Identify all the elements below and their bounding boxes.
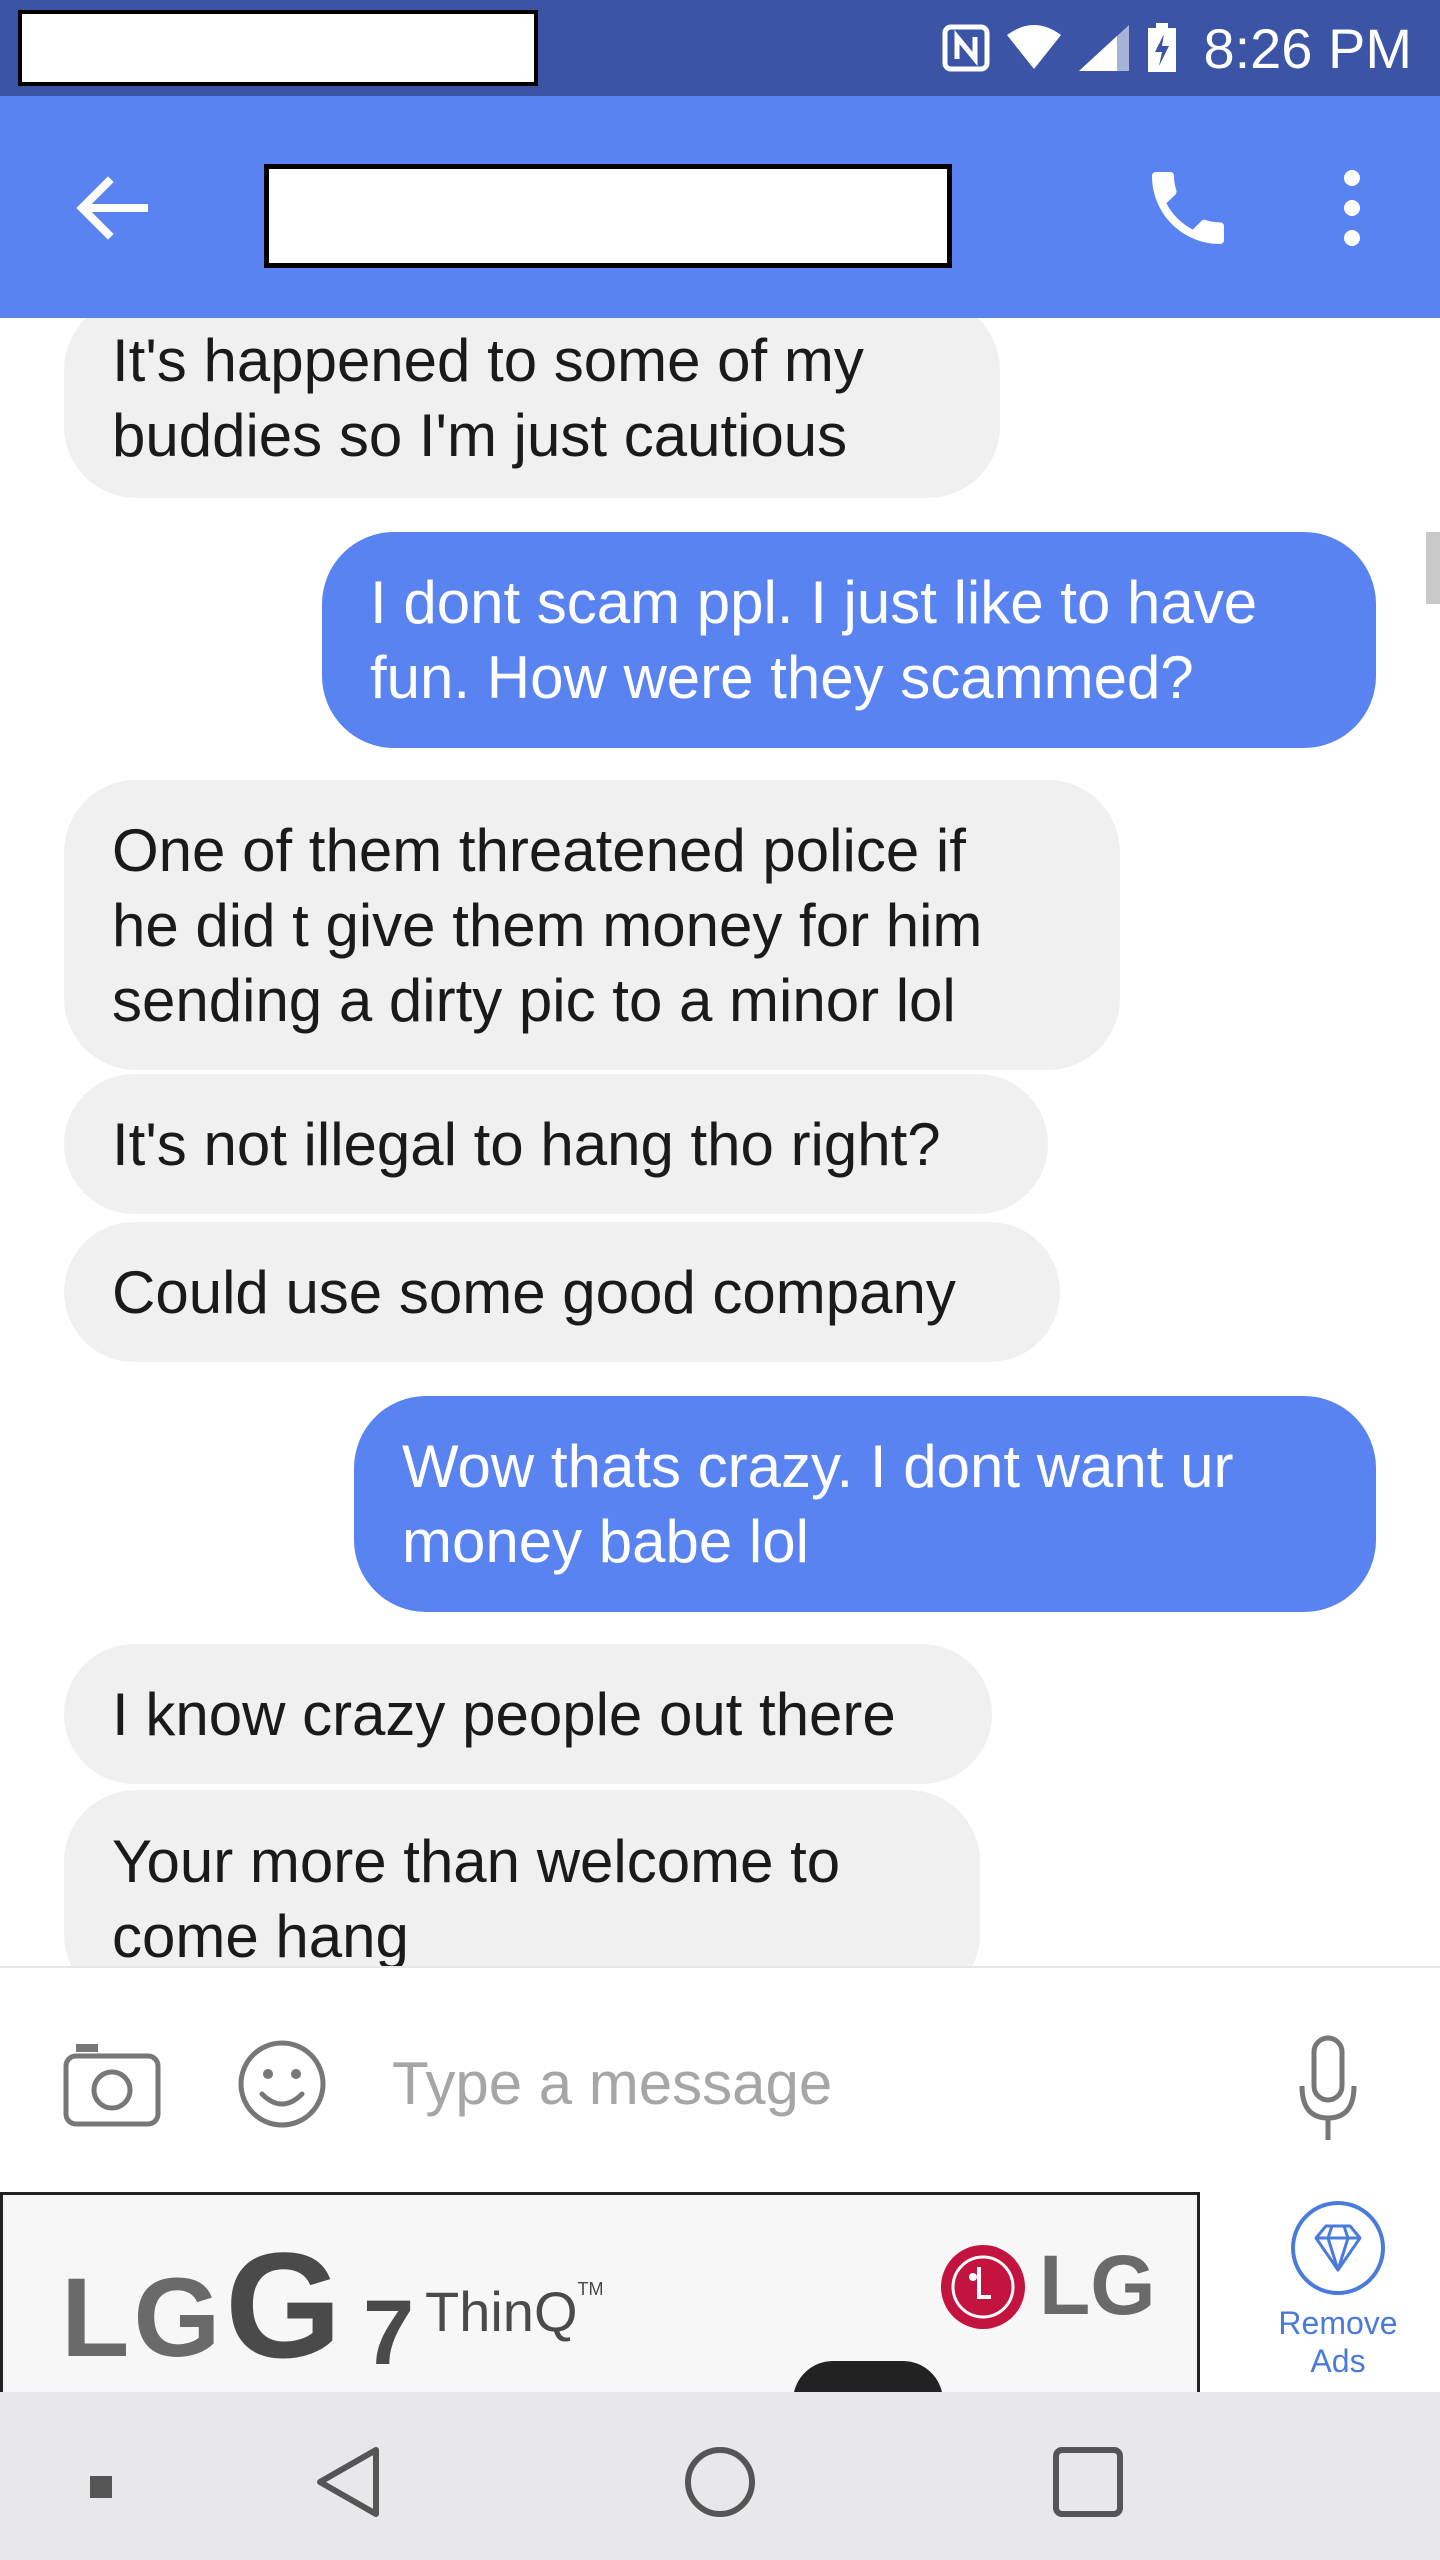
ad-product-number: 7 xyxy=(363,2282,415,2384)
microphone-icon xyxy=(1299,2035,1357,2140)
message-bubble-incoming: One of them threatened police if he did … xyxy=(64,780,1120,1070)
voice-input-button[interactable] xyxy=(1296,2034,1360,2144)
lg-logo-icon xyxy=(941,2245,1025,2329)
emoji-button[interactable] xyxy=(236,2038,328,2130)
message-bubble-incoming: It's not illegal to hang tho right? xyxy=(64,1074,1048,1214)
phone-icon xyxy=(1152,172,1224,244)
message-bubble-outgoing: I dont scam ppl. I just like to have fun… xyxy=(322,532,1376,748)
status-time: 8:26 PM xyxy=(1203,16,1412,80)
wifi-icon xyxy=(1007,25,1062,69)
ad-phone-image xyxy=(793,2361,943,2392)
remove-ads-label: Remove Ads xyxy=(1278,2305,1398,2379)
home-circle-icon xyxy=(685,2447,755,2517)
nav-back-button[interactable] xyxy=(310,2442,390,2522)
ad-product-name: ThinQTM xyxy=(425,2279,604,2343)
small-square-icon xyxy=(90,2476,112,2498)
arrow-left-icon xyxy=(76,176,148,240)
nfc-icon xyxy=(942,24,990,72)
signal-icon xyxy=(1079,25,1130,71)
message-bubble-incoming: I know crazy people out there xyxy=(64,1644,992,1784)
contact-name-redacted xyxy=(264,164,952,268)
emoji-icon xyxy=(238,2040,326,2128)
system-navigation-bar xyxy=(0,2392,1440,2560)
lg-face-icon xyxy=(951,2255,1015,2319)
back-triangle-icon xyxy=(317,2447,379,2517)
ad-brand-text: LG xyxy=(61,2255,225,2380)
status-icons: 8:26 PM xyxy=(941,14,1412,82)
ad-area: LG G 7 ThinQTM LG Remove Ads xyxy=(0,2192,1440,2392)
status-bar: 8:26 PM xyxy=(0,0,1440,96)
more-options-button[interactable] xyxy=(1320,160,1384,256)
message-list[interactable]: It's happened to some of my buddies so I… xyxy=(0,318,1440,1966)
nav-home-button[interactable] xyxy=(680,2442,760,2522)
diamond-icon xyxy=(1291,2201,1385,2295)
camera-button[interactable] xyxy=(62,2040,162,2130)
camera-icon xyxy=(63,2044,161,2127)
message-bubble-incoming: Your more than welcome to come hang xyxy=(64,1790,980,1966)
battery-charging-icon xyxy=(1148,23,1177,72)
redacted-box xyxy=(18,10,538,86)
recents-square-icon xyxy=(1053,2447,1123,2517)
back-button[interactable] xyxy=(70,166,154,250)
message-input[interactable] xyxy=(390,2032,1234,2134)
ad-brand-logo-text: LG xyxy=(1039,2238,1156,2332)
remove-ads-button[interactable]: Remove Ads xyxy=(1236,2192,1440,2392)
ad-product-g: G xyxy=(225,2221,342,2389)
scrollbar-thumb[interactable] xyxy=(1426,532,1440,604)
trademark: TM xyxy=(577,2279,604,2299)
message-bubble-outgoing: Wow thats crazy. I dont want ur money ba… xyxy=(354,1396,1376,1612)
message-bubble-incoming: Could use some good company xyxy=(64,1222,1060,1362)
more-vert-icon xyxy=(1344,170,1360,246)
message-composer xyxy=(0,1966,1440,2194)
message-bubble-incoming: It's happened to some of my buddies so I… xyxy=(64,318,1000,498)
nav-recents-button[interactable] xyxy=(1048,2442,1128,2522)
conversation-toolbar xyxy=(0,96,1440,318)
nav-dot-button[interactable] xyxy=(62,2442,142,2522)
call-button[interactable] xyxy=(1140,160,1236,256)
ad-banner[interactable]: LG G 7 ThinQTM LG xyxy=(0,2192,1200,2392)
